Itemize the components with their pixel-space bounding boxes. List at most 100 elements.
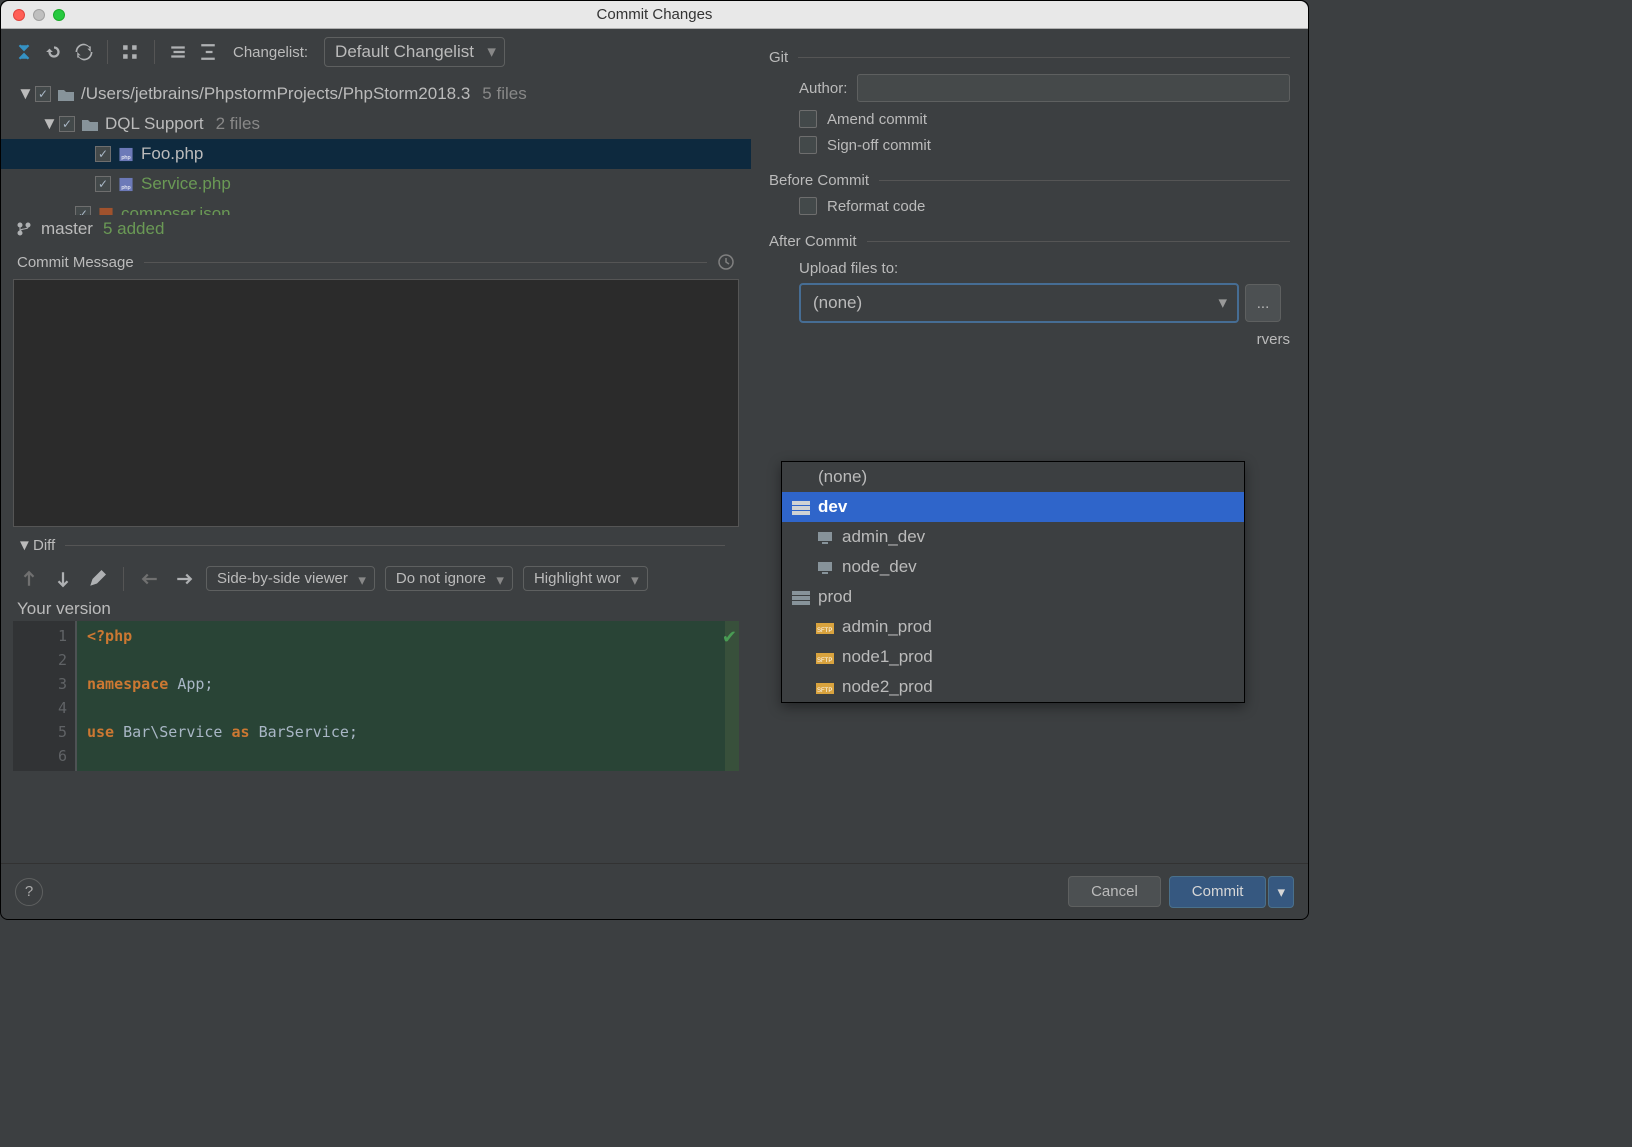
dropdown-item-admin-prod[interactable]: SFTP admin_prod: [782, 612, 1244, 642]
branch-status: 5 added: [103, 219, 164, 239]
dropdown-item-prod[interactable]: prod: [782, 582, 1244, 612]
traffic-lights: [1, 9, 65, 21]
next-diff-icon[interactable]: [51, 567, 75, 591]
changes-toolbar: Changelist: Default Changelist: [1, 29, 751, 75]
refresh-icon[interactable]: [73, 41, 95, 63]
server-icon: [816, 560, 834, 575]
tree-file[interactable]: ✓ php Service.php: [1, 169, 751, 199]
amend-checkbox[interactable]: [799, 110, 817, 128]
collapse-all-icon[interactable]: [197, 41, 219, 63]
separator: [65, 545, 725, 546]
reformat-checkbox[interactable]: [799, 197, 817, 215]
minimize-window-button[interactable]: [33, 9, 45, 21]
dropdown-item-dev[interactable]: dev: [782, 492, 1244, 522]
servers-hint: rvers: [1257, 331, 1290, 348]
branch-icon: [17, 221, 31, 237]
upload-value: (none): [813, 293, 862, 312]
gutter: 1 2 3 4 5 6: [13, 621, 77, 771]
branch-bar: master 5 added: [1, 215, 751, 243]
code-content[interactable]: <?php namespace App; use Bar\Service as …: [77, 621, 725, 771]
window-title: Commit Changes: [1, 6, 1308, 23]
upload-label: Upload files to:: [799, 260, 898, 277]
commit-button[interactable]: Commit: [1169, 876, 1267, 908]
edit-icon[interactable]: [85, 567, 109, 591]
signoff-checkbox[interactable]: [799, 136, 817, 154]
viewer-mode-select[interactable]: Side-by-side viewer: [206, 566, 375, 591]
left-pane: Changelist: Default Changelist ▼ ✓ /User…: [1, 29, 751, 863]
tree-checkbox[interactable]: ✓: [59, 116, 75, 132]
expand-arrow-icon[interactable]: ▼: [41, 114, 53, 134]
amend-label: Amend commit: [827, 111, 927, 128]
dropdown-item-node1-prod[interactable]: SFTP node1_prod: [782, 642, 1244, 672]
tree-folder-count: 2 files: [216, 114, 260, 134]
sftp-icon: SFTP: [816, 680, 834, 695]
prev-diff-icon[interactable]: [17, 567, 41, 591]
changes-tree[interactable]: ▼ ✓ /Users/jetbrains/PhpstormProjects/Ph…: [1, 75, 751, 215]
dropdown-item-node-dev[interactable]: node_dev: [782, 552, 1244, 582]
tree-checkbox[interactable]: ✓: [75, 206, 91, 215]
tree-file[interactable]: ✓ composer.json: [1, 199, 751, 215]
after-commit-label: After Commit: [769, 233, 857, 250]
diff-toolbar: Side-by-side viewer Do not ignore Highli…: [1, 560, 751, 597]
code-area: ✔ 1 2 3 4 5 6 <?php namespace App; use B…: [13, 621, 739, 771]
zoom-window-button[interactable]: [53, 9, 65, 21]
tree-root[interactable]: ▼ ✓ /Users/jetbrains/PhpstormProjects/Ph…: [1, 79, 751, 109]
group-by-icon[interactable]: [120, 41, 142, 63]
server-group-icon: [792, 500, 810, 515]
diff-header[interactable]: ▼ Diff: [1, 531, 751, 560]
svg-text:SFTP: SFTP: [817, 688, 832, 694]
tree-checkbox[interactable]: ✓: [35, 86, 51, 102]
tree-checkbox[interactable]: ✓: [95, 176, 111, 192]
separator: [144, 262, 707, 263]
upload-server-dropdown: (none) dev admin_dev node_dev prod: [781, 461, 1245, 703]
commit-split-button: Commit ▾: [1169, 876, 1294, 908]
tree-root-count: 5 files: [482, 84, 526, 104]
history-icon[interactable]: [717, 253, 735, 271]
git-section-label: Git: [769, 49, 788, 66]
separator: [107, 40, 108, 64]
dropdown-item-none[interactable]: (none): [782, 462, 1244, 492]
commit-message-textarea[interactable]: [13, 279, 739, 527]
signoff-label: Sign-off commit: [827, 137, 931, 154]
browse-servers-button[interactable]: ...: [1245, 284, 1281, 322]
cancel-button[interactable]: Cancel: [1068, 876, 1161, 907]
changelist-label: Changelist:: [233, 44, 308, 61]
php-file-icon: php: [117, 177, 135, 192]
server-icon: [816, 530, 834, 545]
collapse-icon[interactable]: [13, 41, 35, 63]
expand-arrow-icon[interactable]: ▼: [17, 84, 29, 104]
svg-text:SFTP: SFTP: [817, 628, 832, 634]
folder-icon: [57, 87, 75, 102]
highlight-mode-select[interactable]: Highlight wor: [523, 566, 648, 591]
commit-message-header: Commit Message: [1, 243, 751, 275]
dropdown-item-node2-prod[interactable]: SFTP node2_prod: [782, 672, 1244, 702]
separator: [123, 567, 124, 591]
changelist-select[interactable]: Default Changelist: [324, 37, 505, 67]
ignore-mode-select[interactable]: Do not ignore: [385, 566, 513, 591]
tree-folder[interactable]: ▼ ✓ DQL Support 2 files: [1, 109, 751, 139]
prev-file-icon[interactable]: [138, 567, 162, 591]
author-label: Author:: [799, 80, 847, 97]
author-input[interactable]: [857, 74, 1290, 102]
tree-file[interactable]: ✓ php Foo.php: [1, 139, 751, 169]
svg-text:php: php: [121, 185, 130, 191]
reformat-label: Reformat code: [827, 198, 925, 215]
commit-dropdown-button[interactable]: ▾: [1268, 876, 1294, 908]
your-version-label: Your version: [1, 597, 751, 621]
tree-checkbox[interactable]: ✓: [95, 146, 111, 162]
commit-dialog: Commit Changes Changelist: Default Chang…: [0, 0, 1309, 920]
dropdown-item-admin-dev[interactable]: admin_dev: [782, 522, 1244, 552]
expand-arrow-icon[interactable]: ▼: [17, 537, 29, 554]
upload-server-select[interactable]: (none): [799, 283, 1239, 323]
next-file-icon[interactable]: [172, 567, 196, 591]
inspection-status-icon[interactable]: ✔: [722, 627, 737, 648]
close-window-button[interactable]: [13, 9, 25, 21]
before-commit-label: Before Commit: [769, 172, 869, 189]
titlebar: Commit Changes: [1, 1, 1308, 29]
help-button[interactable]: ?: [15, 878, 43, 906]
revert-icon[interactable]: [43, 41, 65, 63]
sftp-icon: SFTP: [816, 650, 834, 665]
file-name: composer.json: [121, 204, 231, 215]
file-name: Service.php: [141, 174, 231, 194]
expand-all-icon[interactable]: [167, 41, 189, 63]
